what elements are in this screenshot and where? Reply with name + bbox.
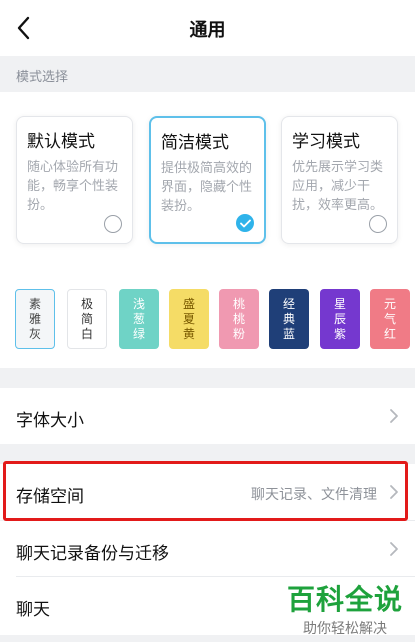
- theme-swatch-pink[interactable]: 桃桃粉: [219, 289, 259, 349]
- watermark-title: 百科全说: [286, 583, 403, 616]
- chat-label: 聊天: [16, 600, 50, 620]
- mode-description: 提供极简高效的界面，隐藏个性装扮。: [161, 161, 253, 214]
- backup-label: 聊天记录备份与迁移: [16, 544, 169, 564]
- font-size-label: 字体大小: [16, 411, 84, 431]
- theme-swatch-green[interactable]: 浅葱绿: [119, 289, 159, 349]
- theme-swatch-blue[interactable]: 经典蓝: [269, 289, 309, 349]
- theme-swatch-purple[interactable]: 星辰紫: [320, 289, 360, 349]
- mode-panel: 默认模式 随心体验所有功能，畅享个性装扮。 简洁模式 提供极简高效的界面，隐藏个…: [0, 92, 415, 368]
- watermark: 百科全说 助你轻松解决: [287, 578, 403, 638]
- theme-swatch-yellow[interactable]: 盛夏黄: [169, 289, 209, 349]
- highlight-box: [3, 461, 408, 521]
- theme-swatch-gray[interactable]: 素雅灰: [15, 289, 55, 349]
- radio-checked-icon[interactable]: [236, 214, 254, 232]
- mode-card-study[interactable]: 学习模式 优先展示学习类应用，减少干扰，效率更高。: [281, 116, 398, 244]
- chevron-right-icon: [390, 542, 398, 556]
- mode-description: 优先展示学习类应用，减少干扰，效率更高。: [292, 160, 384, 213]
- chevron-right-icon: [390, 409, 398, 423]
- mode-title: 默认模式: [27, 132, 95, 152]
- mode-description: 随心体验所有功能，畅享个性装扮。: [27, 160, 119, 213]
- mode-title: 学习模式: [292, 132, 360, 152]
- radio-unchecked-icon[interactable]: [104, 215, 122, 233]
- mode-card-simple[interactable]: 简洁模式 提供极简高效的界面，隐藏个性装扮。: [149, 116, 266, 244]
- theme-swatch-red[interactable]: 元气红: [370, 289, 410, 349]
- theme-swatch-row: 素雅灰 极简白 浅葱绿 盛夏黄 桃桃粉 经典蓝 星辰紫 元气红: [15, 289, 415, 353]
- watermark-subtitle: 助你轻松解决: [302, 621, 387, 637]
- mode-title: 简洁模式: [161, 133, 229, 153]
- font-size-row[interactable]: 字体大小: [0, 388, 415, 444]
- backup-row[interactable]: 聊天记录备份与迁移: [0, 521, 415, 577]
- nav-bar: 通用: [0, 0, 415, 56]
- radio-unchecked-icon[interactable]: [369, 215, 387, 233]
- theme-swatch-white[interactable]: 极简白: [67, 289, 107, 349]
- mode-card-default[interactable]: 默认模式 随心体验所有功能，畅享个性装扮。: [16, 116, 133, 244]
- mode-section-label: 模式选择: [16, 70, 69, 85]
- page-title: 通用: [189, 20, 226, 41]
